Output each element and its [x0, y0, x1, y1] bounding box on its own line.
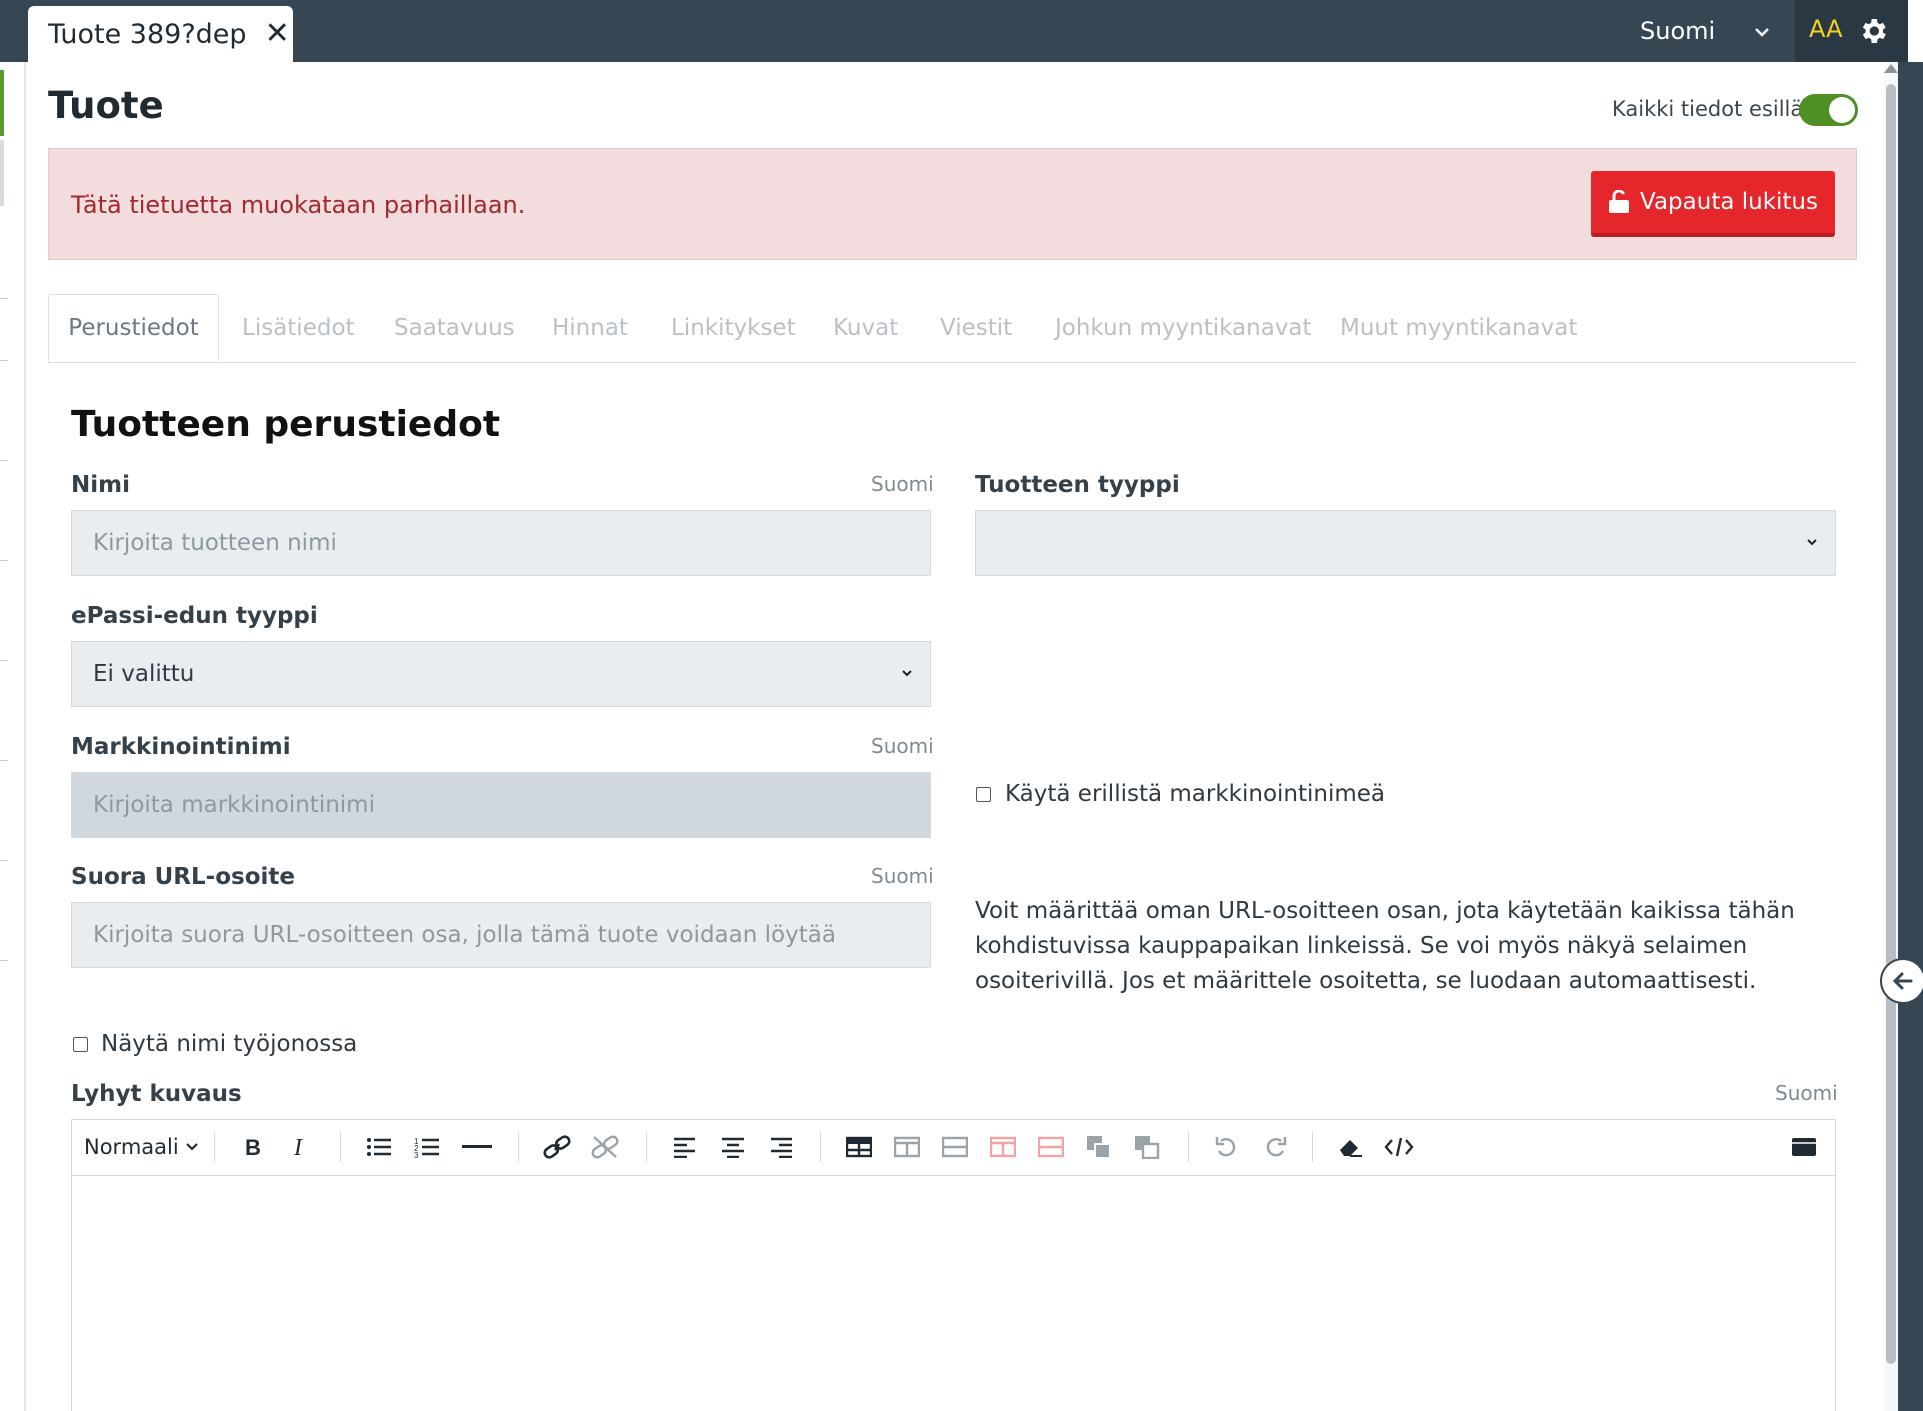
italic-icon[interactable]: I	[286, 1132, 316, 1162]
align-left-icon[interactable]	[670, 1132, 700, 1162]
code-icon[interactable]	[1382, 1132, 1416, 1162]
redo-icon[interactable]	[1258, 1132, 1292, 1162]
short-description-label: Lyhyt kuvaus	[71, 1081, 242, 1107]
divider	[0, 560, 8, 561]
name-label: Nimi	[71, 472, 130, 498]
lock-alert: Tätä tietuetta muokataan parhaillaan. Va…	[48, 148, 1857, 260]
inactive-item-marker	[0, 140, 4, 206]
format-dropdown[interactable]: Normaali	[84, 1132, 199, 1162]
right-panel-edge	[1898, 62, 1923, 1411]
short-description-language-tag: Suomi	[1775, 1081, 1838, 1105]
marketing-name-input[interactable]: Kirjoita markkinointinimi	[71, 772, 931, 838]
delete-column-icon[interactable]	[986, 1132, 1020, 1162]
url-language-tag: Suomi	[871, 864, 934, 888]
unlock-button-label: Vapauta lukitus	[1640, 189, 1818, 215]
divider	[0, 360, 8, 361]
fullscreen-icon[interactable]	[1787, 1132, 1821, 1162]
split-cells-icon[interactable]	[1130, 1132, 1164, 1162]
tab-kuvat[interactable]: Kuvat	[833, 294, 898, 362]
align-right-icon[interactable]	[766, 1132, 796, 1162]
language-label: Suomi	[1640, 17, 1716, 45]
insert-column-icon[interactable]	[890, 1132, 924, 1162]
show-name-queue-checkbox[interactable]	[73, 1037, 88, 1052]
table-icon[interactable]	[842, 1132, 876, 1162]
scroll-up-arrow[interactable]	[1884, 64, 1898, 73]
product-type-select[interactable]	[975, 510, 1836, 576]
rich-text-editor: Normaali B I 123	[71, 1119, 1836, 1411]
link-icon[interactable]	[540, 1132, 574, 1162]
tab-viestit[interactable]: Viestit	[940, 294, 1012, 362]
divider	[0, 760, 8, 761]
tab-linkitykset[interactable]: Linkitykset	[671, 294, 796, 362]
chevron-down-icon	[902, 670, 912, 677]
marketing-language-tag: Suomi	[871, 734, 934, 758]
name-language-tag: Suomi	[871, 472, 934, 496]
url-help-text: Voit määrittää oman URL-osoitteen osan, …	[975, 898, 1795, 994]
product-type-label: Tuotteen tyyppi	[975, 472, 1180, 498]
chevron-down-icon	[185, 1143, 198, 1151]
epassi-value: Ei valittu	[93, 661, 195, 687]
collapse-arrow-icon[interactable]	[1880, 958, 1923, 1004]
separate-marketing-label: Käytä erillistä markkinointinimeä	[1005, 781, 1386, 807]
bold-icon[interactable]: B	[238, 1132, 268, 1162]
display-settings: AA	[1795, 0, 1908, 62]
align-center-icon[interactable]	[718, 1132, 748, 1162]
divider	[0, 660, 8, 661]
tab-hinnat[interactable]: Hinnat	[552, 294, 628, 362]
insert-row-icon[interactable]	[938, 1132, 972, 1162]
bullet-list-icon[interactable]	[364, 1132, 394, 1162]
active-item-marker	[0, 70, 4, 136]
marketing-name-label: Markkinointinimi	[71, 734, 291, 760]
tab-muut-myyntikanavat[interactable]: Muut myyntikanavat	[1340, 294, 1577, 362]
scrollbar-thumb[interactable]	[1886, 84, 1896, 1364]
page-title: Tuote	[48, 84, 164, 127]
eraser-icon[interactable]	[1334, 1132, 1368, 1162]
top-bar: Tuote 389?dep ✕ Suomi AA	[0, 0, 1908, 62]
gear-icon[interactable]	[1857, 15, 1889, 47]
font-size-button[interactable]: AA	[1809, 15, 1843, 43]
url-input[interactable]: Kirjoita suora URL-osoitteen osa, jolla …	[71, 902, 931, 968]
document-tab[interactable]: Tuote 389?dep ✕	[28, 6, 293, 62]
tab-lisatiedot[interactable]: Lisätiedot	[242, 294, 355, 362]
document-tab-title: Tuote 389?dep	[48, 18, 247, 50]
svg-text:3: 3	[414, 1151, 419, 1158]
unlock-icon	[1609, 190, 1629, 213]
language-selector[interactable]: Suomi	[1640, 0, 1770, 62]
divider	[0, 460, 8, 461]
divider	[0, 960, 8, 961]
show-name-queue-label: Näytä nimi työjonossa	[101, 1031, 358, 1057]
tab-bar: Perustiedot Lisätiedot Saatavuus Hinnat …	[48, 294, 1857, 363]
unlock-button[interactable]: Vapauta lukitus	[1591, 171, 1835, 237]
name-input[interactable]: Kirjoita tuotteen nimi	[71, 510, 931, 576]
undo-icon[interactable]	[1210, 1132, 1244, 1162]
format-value: Normaali	[84, 1135, 179, 1159]
svg-text:B: B	[245, 1135, 261, 1159]
tab-perustiedot[interactable]: Perustiedot	[48, 294, 219, 362]
svg-text:I: I	[293, 1135, 303, 1159]
epassi-label: ePassi-edun tyyppi	[71, 603, 318, 629]
chevron-down-icon	[1755, 21, 1770, 42]
divider	[0, 860, 8, 861]
unlink-icon[interactable]	[588, 1132, 622, 1162]
editor-toolbar: Normaali B I 123	[72, 1120, 1835, 1176]
alert-message: Tätä tietuetta muokataan parhaillaan.	[71, 191, 526, 219]
separate-marketing-checkbox[interactable]	[976, 787, 991, 802]
section-title: Tuotteen perustiedot	[71, 404, 501, 445]
show-all-toggle[interactable]	[1799, 94, 1858, 126]
tab-saatavuus[interactable]: Saatavuus	[394, 294, 515, 362]
chevron-down-icon	[1807, 539, 1817, 546]
merge-cells-icon[interactable]	[1082, 1132, 1116, 1162]
delete-row-icon[interactable]	[1034, 1132, 1068, 1162]
numbered-list-icon[interactable]: 123	[412, 1132, 442, 1162]
close-icon[interactable]: ✕	[265, 19, 290, 49]
horizontal-rule-icon[interactable]	[460, 1132, 494, 1162]
epassi-select[interactable]: Ei valittu	[71, 641, 931, 707]
divider	[0, 298, 8, 299]
left-sidebar-edge	[0, 62, 26, 1411]
tab-johkun-myyntikanavat[interactable]: Johkun myyntikanavat	[1055, 294, 1312, 362]
url-label: Suora URL-osoite	[71, 864, 295, 890]
show-all-label: Kaikki tiedot esillä	[1612, 97, 1804, 121]
